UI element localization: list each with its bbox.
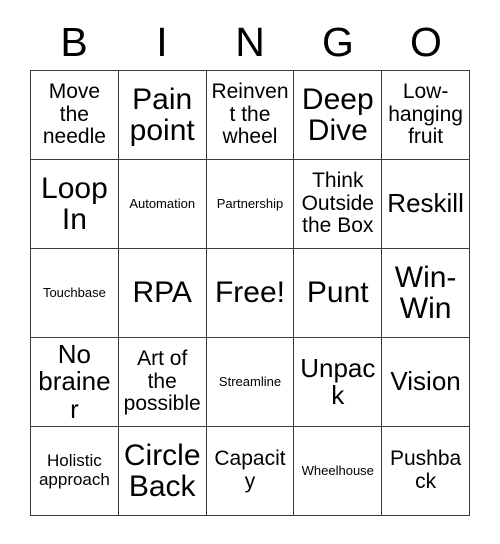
bingo-cell[interactable]: Art of the possible xyxy=(118,338,207,427)
bingo-header-row: B I N G O xyxy=(30,14,470,70)
bingo-cell[interactable]: Pain point xyxy=(118,71,207,160)
bingo-cell-label: Pushback xyxy=(389,447,462,493)
bingo-cell-label: No brainer xyxy=(38,339,111,424)
bingo-cell[interactable]: RPA xyxy=(118,249,207,338)
bingo-cell-label: Circle Back xyxy=(123,438,201,503)
bingo-cell-label: Streamline xyxy=(218,373,282,389)
bingo-grid: Move the needle Pain point Reinvent the … xyxy=(30,70,470,516)
bingo-cell[interactable]: Partnership xyxy=(206,160,295,249)
bingo-cell-label: Vision xyxy=(390,366,461,397)
bingo-cell-label: Capacity xyxy=(214,447,286,493)
bingo-cell[interactable]: No brainer xyxy=(31,338,119,427)
bingo-cell-label: Reskill xyxy=(387,188,464,219)
bingo-cell[interactable]: Win-Win xyxy=(382,249,470,338)
bingo-cell[interactable]: Low-hanging fruit xyxy=(382,71,470,160)
bingo-header-letter-i: I xyxy=(156,18,168,65)
bingo-cell-label: Win-Win xyxy=(394,260,457,325)
bingo-header-letter-g: G xyxy=(322,18,354,65)
bingo-cell[interactable]: Touchbase xyxy=(31,249,119,338)
bingo-cell-label: Wheelhouse xyxy=(301,462,374,478)
bingo-cell[interactable]: Reskill xyxy=(382,160,470,249)
bingo-cell[interactable]: Automation xyxy=(118,160,207,249)
bingo-cell-label: Free! xyxy=(214,276,285,310)
bingo-cell-label: Holistic approach xyxy=(38,451,110,489)
bingo-card: B I N G O Move the needle Pain point Rei… xyxy=(0,0,500,544)
bingo-header-letter-o: O xyxy=(410,18,442,65)
bingo-cell[interactable]: Reinvent the wheel xyxy=(206,71,295,160)
bingo-cell[interactable]: Loop In xyxy=(31,160,119,249)
bingo-header-letter-b: B xyxy=(60,18,88,65)
bingo-cell-label: Loop In xyxy=(41,171,108,236)
bingo-cell-label: Pain point xyxy=(129,82,195,147)
bingo-cell-label: RPA xyxy=(132,276,192,310)
bingo-cell[interactable]: Deep Dive xyxy=(294,71,383,160)
bingo-cell-label: Low-hanging fruit xyxy=(388,79,463,149)
bingo-cell-label: Reinvent the wheel xyxy=(211,79,289,149)
bingo-cell[interactable]: Move the needle xyxy=(31,71,119,160)
bingo-cell[interactable]: Vision xyxy=(382,338,470,427)
bingo-cell-label: Automation xyxy=(129,195,196,211)
bingo-cell[interactable]: Circle Back xyxy=(118,427,207,516)
bingo-cell[interactable]: Pushback xyxy=(382,427,470,516)
bingo-cell[interactable]: Capacity xyxy=(206,427,295,516)
bingo-cell-free[interactable]: Free! xyxy=(206,249,295,338)
bingo-cell-label: Partnership xyxy=(216,195,284,211)
bingo-cell-label: Move the needle xyxy=(42,79,106,149)
bingo-cell[interactable]: Holistic approach xyxy=(31,427,119,516)
bingo-cell[interactable]: Think Outside the Box xyxy=(294,160,383,249)
bingo-cell-label: Unpack xyxy=(300,352,376,410)
bingo-cell-label: Deep Dive xyxy=(301,82,374,147)
bingo-cell-label: Touchbase xyxy=(42,284,106,300)
bingo-cell[interactable]: Streamline xyxy=(206,338,295,427)
bingo-cell-label: Punt xyxy=(306,276,369,310)
bingo-cell[interactable]: Wheelhouse xyxy=(294,427,383,516)
bingo-cell[interactable]: Unpack xyxy=(294,338,383,427)
bingo-cell[interactable]: Punt xyxy=(294,249,383,338)
bingo-header-letter-n: N xyxy=(235,18,265,65)
bingo-cell-label: Think Outside the Box xyxy=(301,168,374,238)
bingo-cell-label: Art of the possible xyxy=(123,346,201,416)
